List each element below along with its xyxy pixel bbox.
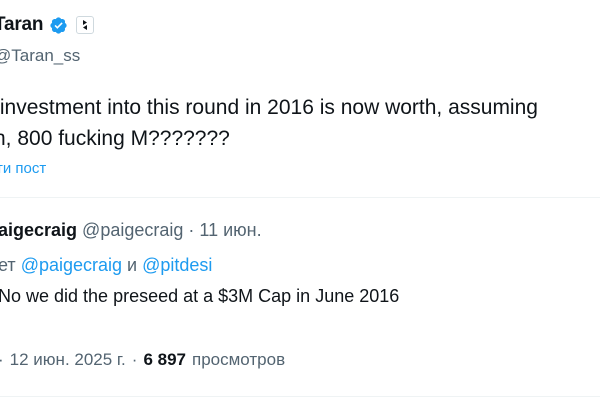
- quoted-author-name[interactable]: aigecraig: [0, 220, 77, 241]
- verified-badge-icon[interactable]: [49, 16, 68, 35]
- reply-prefix: ет: [0, 255, 16, 275]
- quoted-author-handle[interactable]: @paigecraig: [82, 220, 183, 241]
- tweet-detail-view: Taran @Taran_ss investment into this rou…: [0, 0, 600, 400]
- divider: [0, 396, 600, 397]
- translate-post-link[interactable]: ти пост: [0, 160, 46, 177]
- author-name-row: Taran: [0, 14, 95, 36]
- reply-conjunction: и: [127, 255, 138, 275]
- reply-mention-pitdesi[interactable]: @pitdesi: [142, 255, 212, 275]
- affiliate-badge-icon[interactable]: [76, 16, 95, 34]
- tweet-text: investment into this round in 2016 is no…: [0, 96, 538, 150]
- tweet-date[interactable]: 12 июн. 2025 г.: [10, 350, 126, 370]
- reply-context: ет @paigecraig и @pitdesi: [0, 255, 212, 276]
- separator-dot: ·: [188, 220, 195, 240]
- author-handle[interactable]: @Taran_ss: [0, 46, 80, 66]
- quoted-tweet-date[interactable]: 11 июн.: [199, 220, 261, 241]
- views-count: 6 897: [143, 350, 186, 369]
- views-label: просмотров: [192, 350, 286, 369]
- tweet-meta: · 12 июн. 2025 г. · 6 897 просмотров: [0, 350, 285, 370]
- quoted-tweet-text: No we did the preseed at a $3M Cap in Ju…: [0, 286, 400, 306]
- divider: [0, 197, 600, 198]
- separator-dot: ·: [0, 350, 4, 370]
- quoted-tweet-header: aigecraig @paigecraig · 11 июн.: [0, 220, 262, 241]
- reply-mention-paigecraig[interactable]: @paigecraig: [21, 255, 122, 275]
- author-name[interactable]: Taran: [0, 14, 44, 36]
- separator-dot: ·: [131, 350, 138, 369]
